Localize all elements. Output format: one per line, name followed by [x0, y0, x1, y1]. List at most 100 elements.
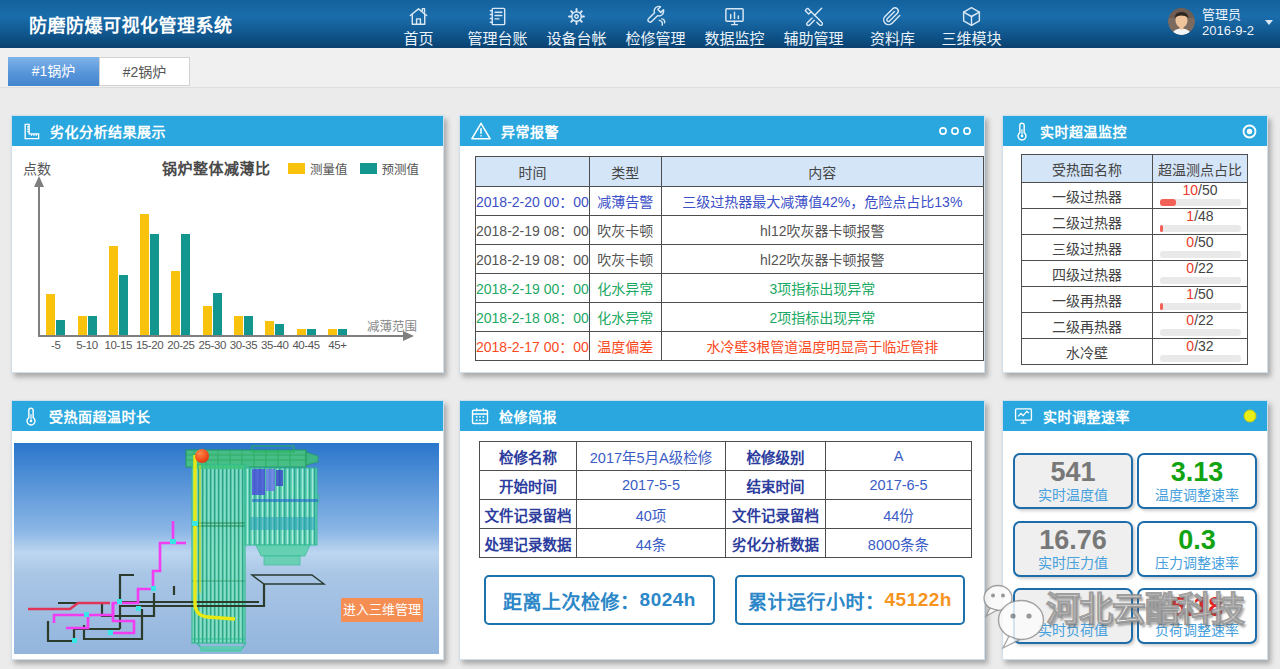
since-last-maintenance-box[interactable]: 距离上次检修：8024h: [484, 575, 715, 625]
overtemp-ratio-cell: 0/50: [1153, 235, 1248, 261]
tab-boiler-2[interactable]: #2锅炉: [99, 57, 190, 86]
briefing-value: 2017-5-5: [577, 471, 726, 500]
overtemp-row[interactable]: 一级过热器10/50: [1022, 183, 1248, 209]
briefing-value: 44条: [577, 529, 726, 558]
nav-item-7[interactable]: 资料库: [853, 0, 932, 48]
stat-box-1[interactable]: 541实时温度值: [1013, 453, 1133, 509]
stat-box-5[interactable]: 实时负荷值: [1013, 588, 1133, 644]
chart-bar: [140, 214, 149, 335]
overtemp-row[interactable]: 三级过热器0/50: [1022, 235, 1248, 261]
overtemp-count: 0: [1186, 312, 1194, 328]
overtemp-body: 受热面名称超温测点占比 一级过热器10/50二级过热器1/48三级过热器0/50…: [1003, 146, 1267, 372]
alarm-row[interactable]: 2018-2-19 08：00吹灰卡顿hl12吹灰器卡顿报警: [476, 216, 984, 245]
alarm-content: hl22吹灰器卡顿报警: [661, 245, 983, 274]
briefing-value: 2017-6-5: [826, 471, 972, 500]
chart-bar: [234, 316, 243, 335]
overtemp-ratio-cell: 0/32: [1153, 339, 1248, 365]
stat-box-3[interactable]: 16.76实时压力值: [1013, 521, 1133, 577]
briefing-label: 文件记录留档: [480, 500, 577, 529]
chevron-down-icon[interactable]: [1265, 20, 1273, 25]
overtemp-row[interactable]: 一级再热器1/50: [1022, 287, 1248, 313]
stat-box-2[interactable]: 3.13温度调整速率: [1137, 453, 1257, 509]
nav-item-4[interactable]: 检修管理: [616, 0, 695, 48]
alarm-type: 减薄告警: [589, 187, 661, 216]
panel-overtemp-duration-3d: 受热面超温时长: [11, 400, 444, 660]
nav-item-5[interactable]: 数据监控: [695, 0, 774, 48]
chart-bar: [181, 234, 190, 335]
overtemp-table-head: 受热面名称超温测点占比: [1022, 155, 1248, 183]
alarm-row[interactable]: 2018-2-18 08：00化水异常2项指标出现异常: [476, 303, 984, 332]
nav-item-8[interactable]: 三维模块: [932, 0, 1011, 48]
briefing-value: 44份: [826, 500, 972, 529]
overtemp-row[interactable]: 四级过热器0/22: [1022, 261, 1248, 287]
alarm-row[interactable]: 2018-2-19 00：00化水异常3项指标出现异常: [476, 274, 984, 303]
overtemp-progress-track: [1160, 329, 1241, 336]
nav-item-6[interactable]: 辅助管理: [774, 0, 853, 48]
panel-briefing-header: 检修简报: [460, 401, 984, 431]
overtemp-ratio: 10/50: [1153, 183, 1247, 198]
overtemp-ratio: 0/22: [1153, 313, 1247, 328]
boiler-3d-view[interactable]: [14, 443, 439, 654]
alarm-col-header: 内容: [661, 157, 983, 187]
briefing-value: 40项: [577, 500, 726, 529]
chart-bar: [265, 321, 274, 335]
panel-maintenance-briefing: 检修简报 检修名称2017年5月A级检修检修级别A开始时间2017-5-5结束时…: [459, 400, 985, 660]
cube-icon: [960, 5, 983, 27]
rates-body: 541实时温度值3.13温度调整速率16.76实时压力值0.3压力调整速率实时负…: [1003, 431, 1267, 659]
surface-name: 水冷壁: [1022, 339, 1153, 365]
overtemp-row[interactable]: 二级再热器0/22: [1022, 313, 1248, 339]
overtemp-ratio: 0/50: [1153, 235, 1247, 250]
legend-swatch: [360, 163, 377, 174]
tab-boiler-1[interactable]: #1锅炉: [8, 57, 99, 86]
nav-item-2[interactable]: 管理台账: [458, 0, 537, 48]
app-title: 防磨防爆可视化管理系统: [29, 11, 233, 37]
avatar-photo: [1168, 8, 1195, 35]
overtemp-row[interactable]: 水冷壁0/32: [1022, 339, 1248, 365]
nav-item-label: 数据监控: [704, 27, 764, 48]
radio-dot-icon[interactable]: [1242, 124, 1257, 139]
panel-title: 异常报警: [501, 121, 559, 141]
overtemp-row[interactable]: 二级过热器1/48: [1022, 209, 1248, 235]
briefing-label: 检修名称: [480, 442, 577, 471]
ruler-icon: [22, 122, 41, 141]
monitor-chart-icon: [1013, 406, 1034, 426]
panel-degradation-analysis: 劣化分析结果展示 点数 锅炉整体减薄比 测量值预测值 减薄范围 -55-1010…: [11, 115, 444, 373]
stat-value: [1015, 592, 1131, 622]
briefing-label: 检修级别: [726, 442, 826, 471]
briefing-label: 劣化分析数据: [726, 529, 826, 558]
avatar[interactable]: [1168, 8, 1195, 35]
chart-bar: [275, 324, 284, 335]
thinning-bar-chart: 点数 锅炉整体减薄比 测量值预测值 减薄范围 -55-1010-1515-202…: [12, 146, 443, 372]
alarm-row[interactable]: 2018-2-20 00：00减薄告警三级过热器最大减薄值42%，危险点占比13…: [476, 187, 984, 216]
overtemp-col-header: 受热面名称: [1022, 155, 1153, 183]
briefing-row: 检修名称2017年5月A级检修检修级别A: [480, 442, 972, 471]
enter-3d-button[interactable]: 进入三维管理: [341, 598, 423, 622]
overtemp-count: 1: [1186, 208, 1194, 224]
nav-item-1[interactable]: 首页: [379, 0, 458, 48]
user-box[interactable]: 管理员 2016-9-2: [1160, 0, 1280, 48]
briefing-body: 检修名称2017年5月A级检修检修级别A开始时间2017-5-5结束时间2017…: [460, 431, 984, 659]
legend-label: 测量值: [310, 159, 348, 178]
warning-icon: [470, 121, 492, 141]
total-running-hours-label: 累计运行小时：: [748, 587, 885, 614]
nav-item-label: 三维模块: [941, 27, 1001, 48]
more-dots-icon[interactable]: [938, 126, 974, 136]
overtemp-count: 0: [1186, 234, 1194, 250]
stat-box-4[interactable]: 0.3压力调整速率: [1137, 521, 1257, 577]
briefing-value: 8000条条: [826, 529, 972, 558]
overtemp-table: 受热面名称超温测点占比 一级过热器10/50二级过热器1/48三级过热器0/50…: [1021, 154, 1248, 365]
stat-box-6[interactable]: 5.18负荷调整速率: [1137, 588, 1257, 644]
alarm-time: 2018-2-19 00：00: [476, 274, 590, 303]
chart-bar: [328, 329, 337, 335]
total-running-hours-box[interactable]: 累计运行小时：45122h: [735, 575, 965, 625]
yellow-status-dot[interactable]: [1243, 409, 1257, 423]
alarm-row[interactable]: 2018-2-17 00：00温度偏差水冷壁3根管道温度明显高于临近管排: [476, 332, 984, 361]
nav-item-label: 检修管理: [625, 27, 685, 48]
panel-title: 实时调整速率: [1043, 406, 1130, 426]
panel-alarm-header: 异常报警: [460, 116, 984, 146]
chart-bar: [203, 306, 212, 335]
nav-item-3[interactable]: 设备台帐: [537, 0, 616, 48]
alarm-row[interactable]: 2018-2-19 08：00吹灰卡顿hl22吹灰器卡顿报警: [476, 245, 984, 274]
wrench-icon: [644, 5, 667, 27]
boiler-tabbar: #1锅炉#2锅炉: [0, 48, 1280, 88]
